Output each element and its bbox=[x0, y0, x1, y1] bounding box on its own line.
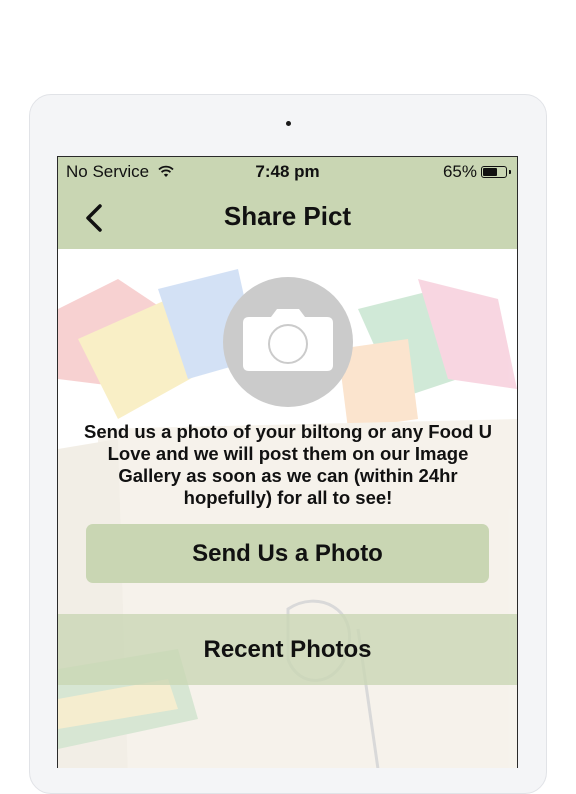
recent-photos-label: Recent Photos bbox=[203, 635, 372, 663]
page-title: Share Pict bbox=[223, 201, 352, 231]
battery-icon bbox=[481, 166, 511, 178]
recent-photos-button[interactable]: Recent Photos bbox=[58, 614, 517, 685]
app-screen: No Service 7:48 pm 65% Share Pict Send u… bbox=[57, 156, 518, 768]
status-bar: No Service 7:48 pm 65% bbox=[58, 157, 517, 187]
front-camera-dot bbox=[286, 121, 291, 126]
battery-fill bbox=[483, 168, 497, 176]
navigation-bar: Share Pict bbox=[58, 187, 517, 249]
camera-badge bbox=[223, 277, 353, 407]
battery-nub bbox=[509, 170, 511, 174]
send-photo-label: Send Us a Photo bbox=[192, 539, 383, 567]
battery-status: 65% bbox=[442, 162, 511, 182]
share-instructions: Send us a photo of your biltong or any F… bbox=[83, 421, 492, 508]
camera-icon bbox=[243, 309, 333, 371]
battery-percent: 65% bbox=[442, 162, 477, 181]
send-photo-button[interactable]: Send Us a Photo bbox=[86, 524, 489, 583]
